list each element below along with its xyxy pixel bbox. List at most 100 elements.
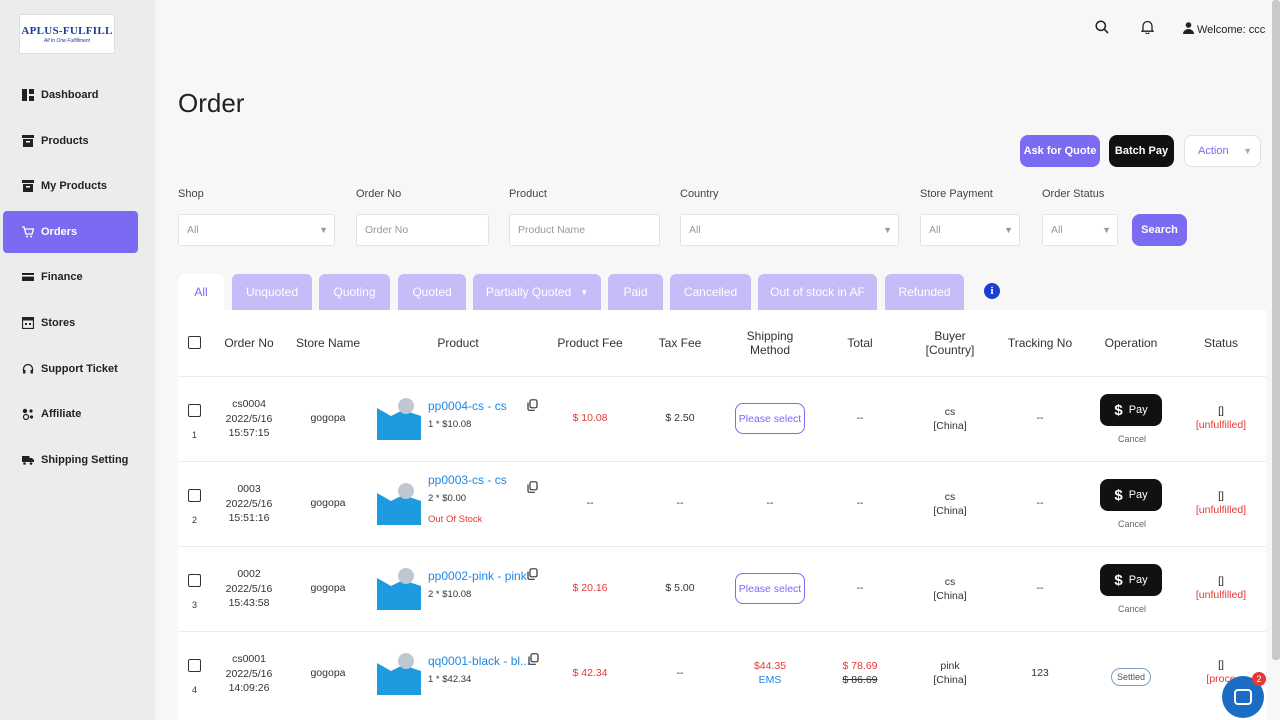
row-checkbox[interactable] <box>188 404 201 417</box>
order-no-input[interactable]: Order No <box>356 214 489 246</box>
cancel-link[interactable]: Cancel <box>1118 434 1146 444</box>
shipping-select-button[interactable]: Please select <box>735 403 805 434</box>
select-all-checkbox[interactable] <box>188 336 201 349</box>
sidebar-item-support-ticket[interactable]: Support Ticket <box>3 348 138 390</box>
box-icon <box>22 134 34 147</box>
product-link[interactable]: pp0003-cs - cs <box>428 473 507 487</box>
tab-quoted[interactable]: Quoted <box>398 274 466 310</box>
product-link[interactable]: pp0004-cs - cs <box>428 399 507 413</box>
ask-for-quote-button[interactable]: Ask for Quote <box>1020 135 1100 167</box>
sidebar-item-label: Stores <box>41 316 76 329</box>
buyer-country: [China] <box>933 590 967 602</box>
box-icon <box>22 180 34 193</box>
sidebar: APLUS-FULFILL All In One Fulfillment Das… <box>0 0 155 720</box>
product-fee: $ 42.34 <box>572 666 608 679</box>
copy-icon[interactable] <box>528 653 539 668</box>
tax-fee: -- <box>676 666 684 679</box>
user-menu[interactable]: Welcome: ccc <box>1183 22 1265 37</box>
sidebar-item-my-products[interactable]: My Products <box>3 165 138 207</box>
sidebar-item-stores[interactable]: Stores <box>3 302 138 344</box>
info-icon[interactable]: i <box>984 283 1000 299</box>
batch-pay-button[interactable]: Batch Pay <box>1109 135 1174 167</box>
search-button[interactable]: Search <box>1132 214 1187 246</box>
product-fee: $ 10.08 <box>572 411 608 424</box>
order-time: 14:09:26 <box>228 682 270 695</box>
order-date: 2022/5/16 <box>225 497 273 510</box>
column-header: Total <box>847 336 873 350</box>
product-link[interactable]: qq0001-black - bl... <box>428 654 530 668</box>
product-image-placeholder <box>377 398 421 440</box>
cancel-link[interactable]: Cancel <box>1118 519 1146 529</box>
cart-icon <box>22 226 34 238</box>
sidebar-item-orders[interactable]: Orders <box>3 210 138 253</box>
sidebar-item-label: Shipping Setting <box>41 453 129 466</box>
order-no: cs0004 <box>232 398 266 411</box>
tab-partially-quoted-label: Partially Quoted <box>485 285 572 299</box>
copy-icon[interactable] <box>527 568 538 583</box>
buyer-name: cs <box>944 490 956 503</box>
buyer-name: cs <box>944 405 956 418</box>
order-status-select[interactable]: All ▼ <box>1042 214 1118 246</box>
product-fee: $ 20.16 <box>572 581 608 594</box>
sidebar-item-products[interactable]: Products <box>3 120 138 162</box>
user-icon <box>1183 22 1194 37</box>
row-number: 1 <box>192 430 198 440</box>
store-payment-select[interactable]: All ▼ <box>920 214 1020 246</box>
tab-refunded[interactable]: Refunded <box>885 274 964 310</box>
logo[interactable]: APLUS-FULFILL All In One Fulfillment <box>19 14 115 54</box>
tab-out-of-stock[interactable]: Out of stock in AF <box>758 274 877 310</box>
sidebar-item-finance[interactable]: Finance <box>3 256 138 298</box>
chevron-down-icon: ▼ <box>1004 225 1013 235</box>
row-checkbox[interactable] <box>188 574 201 587</box>
page-scrollbar[interactable] <box>1272 0 1280 660</box>
copy-icon[interactable] <box>527 481 538 496</box>
column-header: Product <box>437 336 479 350</box>
product-link[interactable]: pp0002-pink - pink <box>428 569 527 583</box>
order-no-cell: 0003 2022/5/16 15:51:16 <box>214 481 284 527</box>
cancel-link[interactable]: Cancel <box>1118 604 1146 614</box>
action-dropdown[interactable]: Action ▼ <box>1184 135 1261 167</box>
orders-table: Order No Store Name Product Product Fee … <box>178 310 1266 720</box>
row-checkbox[interactable] <box>188 659 201 672</box>
product-qty: 1 * $42.34 <box>428 674 472 685</box>
product-name-input[interactable]: Product Name <box>509 214 660 246</box>
shop-label: Shop <box>178 188 204 200</box>
dollar-icon: $ <box>1114 571 1123 589</box>
order-no-label: Order No <box>356 188 402 200</box>
sidebar-item-shipping-setting[interactable]: Shipping Setting <box>3 439 138 481</box>
logo-title: APLUS-FULFILL <box>21 24 113 37</box>
tab-cancelled[interactable]: Cancelled <box>670 274 751 310</box>
pay-button[interactable]: $ Pay <box>1100 479 1162 511</box>
shop-select[interactable]: All ▼ <box>178 214 335 246</box>
tab-partially-quoted[interactable]: Partially Quoted ▼ <box>473 274 601 310</box>
store-name: gogopa <box>310 411 346 424</box>
shipping-select-button[interactable]: Please select <box>735 573 805 604</box>
order-date: 2022/5/16 <box>225 582 273 595</box>
copy-icon[interactable] <box>527 399 538 414</box>
product-image-placeholder <box>377 483 421 525</box>
column-header: Product Fee <box>557 336 623 350</box>
tab-quoting[interactable]: Quoting <box>319 274 390 310</box>
order-no-cell: 0002 2022/5/16 15:43:58 <box>214 566 284 612</box>
sidebar-item-dashboard[interactable]: Dashboard <box>3 74 138 116</box>
divider <box>178 461 1266 462</box>
status-bracket: [] <box>1218 575 1224 587</box>
country-select[interactable]: All ▼ <box>680 214 899 246</box>
tab-paid[interactable]: Paid <box>608 274 663 310</box>
sidebar-item-label: My Products <box>41 180 108 193</box>
tab-unquoted[interactable]: Unquoted <box>232 274 312 310</box>
tax-fee: $ 2.50 <box>665 411 695 424</box>
product-name-placeholder: Product Name <box>518 224 586 236</box>
total: -- <box>856 496 864 509</box>
shipping-method: -- <box>766 496 774 509</box>
search-icon[interactable] <box>1095 20 1109 39</box>
pay-button[interactable]: $ Pay <box>1100 394 1162 426</box>
row-checkbox[interactable] <box>188 489 201 502</box>
pay-button[interactable]: $ Pay <box>1100 564 1162 596</box>
action-dropdown-label: Action <box>1198 145 1229 157</box>
store-name: gogopa <box>310 496 346 509</box>
buyer-cell: cs [China] <box>910 489 990 519</box>
tab-all[interactable]: All <box>178 274 224 310</box>
bell-icon[interactable] <box>1140 20 1155 39</box>
sidebar-item-affiliate[interactable]: Affiliate <box>3 393 138 435</box>
